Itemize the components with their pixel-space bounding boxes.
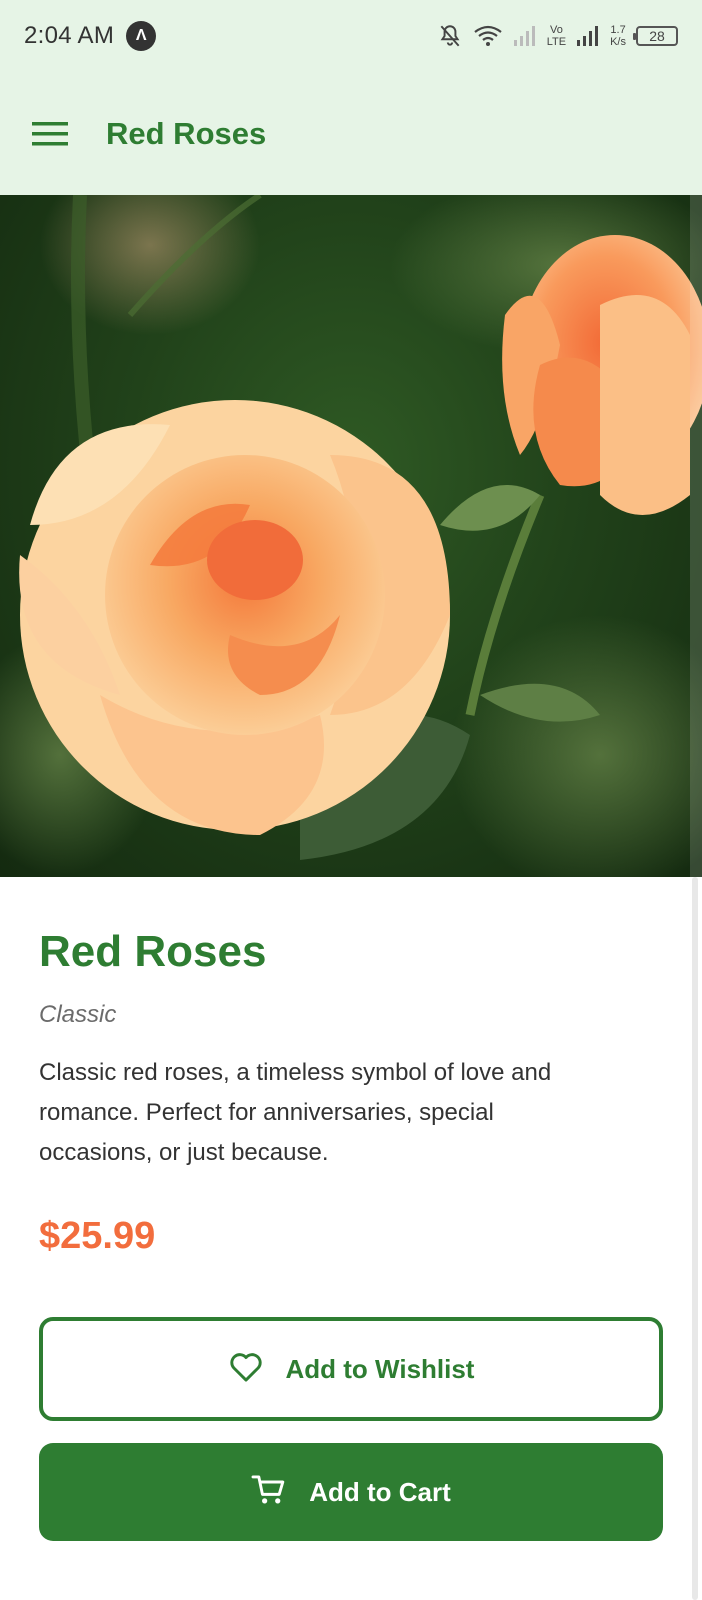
lte-label-top: Vo bbox=[549, 24, 563, 36]
app-notification-icon: Λ bbox=[126, 21, 157, 51]
signal-icon bbox=[513, 25, 537, 47]
product-category: Classic bbox=[39, 1001, 117, 1028]
product-title: Red Roses bbox=[39, 927, 267, 976]
app-bar-title: Red Roses bbox=[106, 115, 267, 151]
network-speed: 1.7 K/s bbox=[610, 24, 626, 48]
scrollbar[interactable] bbox=[692, 877, 698, 1600]
notifications-off-icon bbox=[437, 23, 463, 49]
wifi-icon bbox=[473, 24, 503, 48]
status-time: 2:04 AM bbox=[24, 22, 115, 49]
lte-label-bottom: LTE bbox=[546, 36, 567, 48]
hamburger-menu-icon[interactable] bbox=[30, 114, 70, 154]
wishlist-label: Add to Wishlist bbox=[285, 1353, 475, 1384]
cart-label: Add to Cart bbox=[309, 1476, 451, 1507]
battery-level: 28 bbox=[649, 28, 665, 44]
product-image bbox=[0, 195, 702, 877]
app-bar: Red Roses bbox=[0, 72, 702, 195]
add-to-cart-button[interactable]: Add to Cart bbox=[39, 1443, 663, 1541]
product-details: Red Roses Classic Classic red roses, a t… bbox=[39, 877, 663, 1258]
product-price: $25.99 bbox=[39, 1215, 156, 1257]
battery-icon: 28 bbox=[633, 26, 678, 46]
signal-icon bbox=[576, 25, 600, 47]
heart-icon bbox=[228, 1351, 264, 1388]
status-icons: Vo LTE 1.7 K/s 28 bbox=[437, 23, 678, 49]
cart-icon bbox=[251, 1474, 287, 1511]
network-speed-value: 1.7 bbox=[610, 24, 626, 36]
add-to-wishlist-button[interactable]: Add to Wishlist bbox=[39, 1317, 663, 1421]
lte-label: Vo LTE bbox=[547, 24, 566, 48]
product-description: Classic red roses, a timeless symbol of … bbox=[39, 1059, 552, 1166]
status-bar: 2:04 AM Λ Vo LTE 1.7 K/s 28 bbox=[0, 0, 702, 72]
network-speed-unit: K/s bbox=[610, 36, 626, 48]
